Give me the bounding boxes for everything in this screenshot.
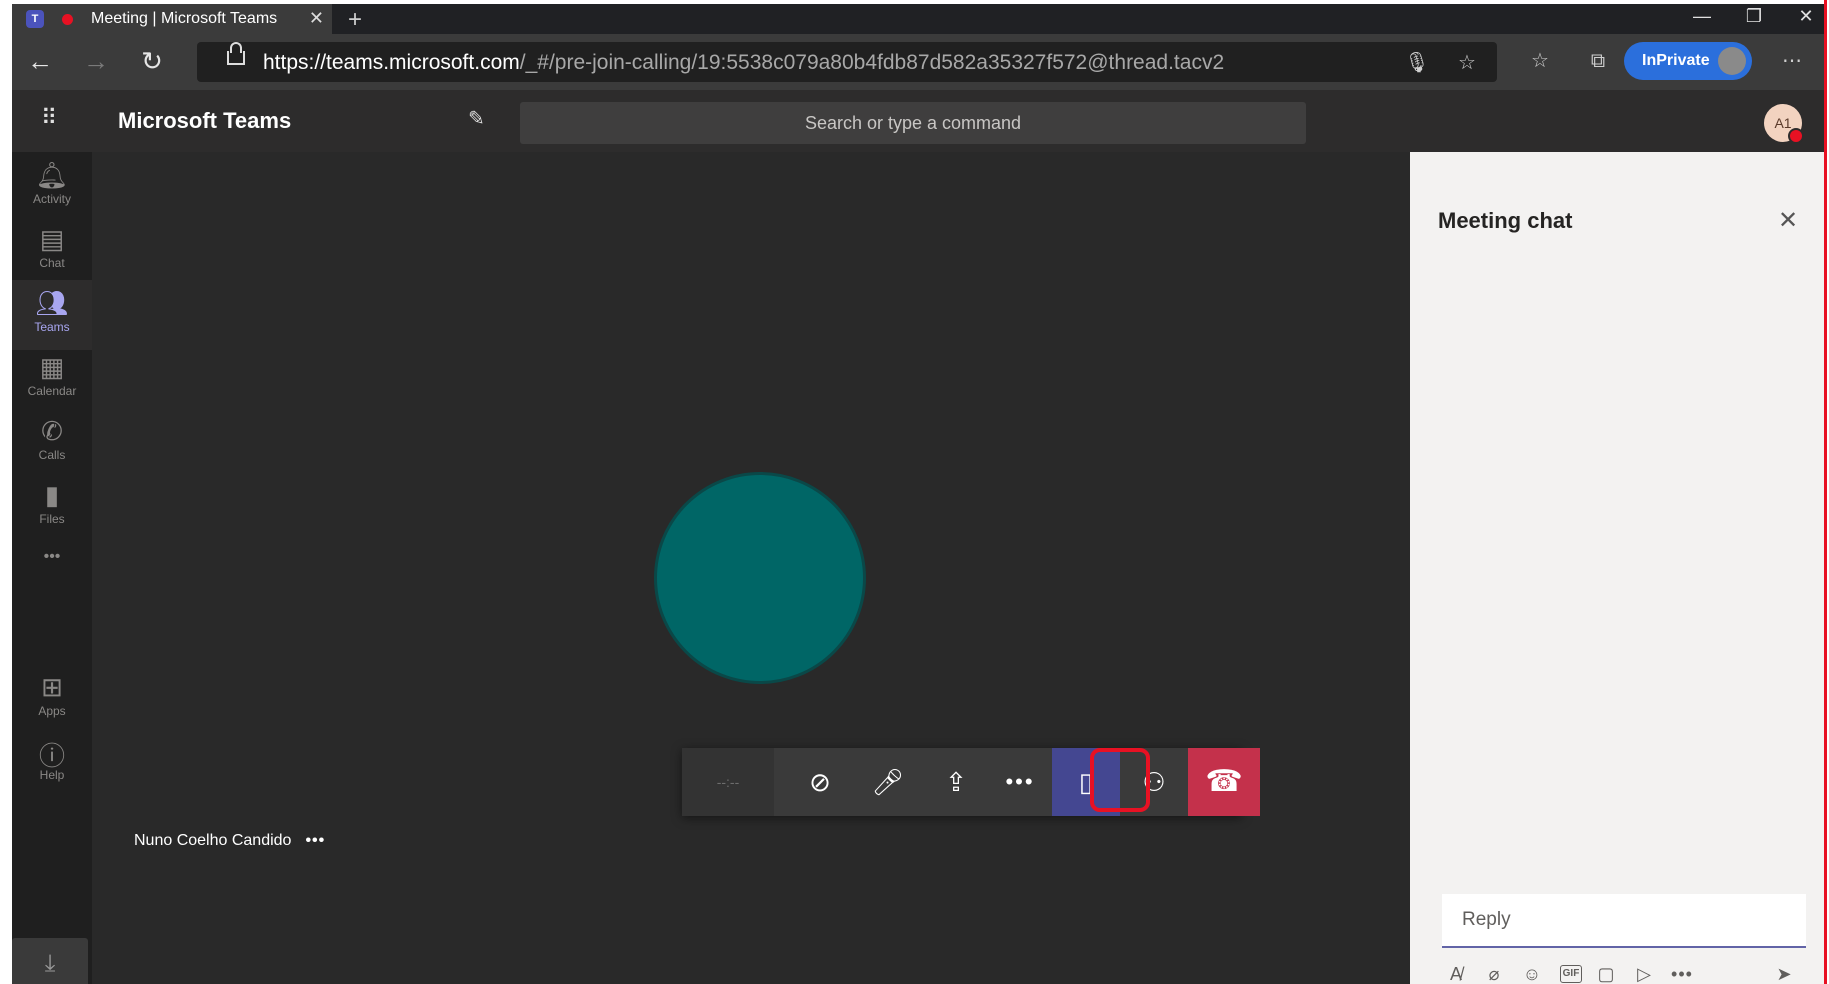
reply-input[interactable] <box>1442 894 1804 946</box>
forward-arrow-icon[interactable]: → <box>80 46 112 78</box>
user-initials: A1 <box>1774 115 1792 131</box>
left-app-bar: 🔔︎ Activity ▤ Chat 👥︎ Teams ▦ Calendar ✆… <box>12 152 92 984</box>
phone-icon: ✆ <box>41 416 63 446</box>
rail-label: Files <box>39 512 65 526</box>
teams-icon: 👥︎ <box>35 288 69 318</box>
file-icon: ▮ <box>44 480 60 510</box>
more-options-icon[interactable]: ••• <box>1668 962 1696 984</box>
browser-tab-strip: T Meeting | Microsoft Teams ✕ + — ❐ ✕ <box>12 4 1825 34</box>
meeting-stage: Nuno Coelho Candido ••• --:-- ⊘ 🎤︎ ⇪ ••• … <box>92 152 1410 984</box>
browser-window: T Meeting | Microsoft Teams ✕ + — ❐ ✕ ← … <box>12 4 1825 984</box>
meet-now-icon[interactable]: ▷ <box>1630 962 1658 984</box>
profile-avatar-icon <box>1718 47 1746 75</box>
rail-item-help[interactable]: ⓘ Help <box>12 728 92 798</box>
minimize-button[interactable]: — <box>1672 4 1732 34</box>
favorites-list-icon[interactable]: ☆ <box>1526 48 1554 76</box>
rail-label: Calls <box>38 448 66 462</box>
app-launcher-icon[interactable]: ⠿ <box>34 104 64 134</box>
close-icon[interactable]: ✕ <box>1778 206 1798 235</box>
participant-avatar <box>654 472 866 684</box>
rail-label: Apps <box>38 704 66 718</box>
recording-indicator-icon <box>62 13 73 25</box>
back-arrow-icon[interactable]: ← <box>24 46 56 78</box>
rail-more-apps[interactable]: ••• <box>12 540 92 610</box>
inprivate-button[interactable]: InPrivate <box>1624 42 1752 80</box>
compose-toolbar: A̸ ⌀ ☺ GIF ▢ ▷ ••• ➤ <box>1442 962 1806 984</box>
browser-tab[interactable]: T Meeting | Microsoft Teams ✕ <box>12 4 332 34</box>
microphone-icon[interactable]: 🎙 <box>1403 50 1431 78</box>
chat-panel-title: Meeting chat <box>1438 208 1573 233</box>
gif-icon[interactable]: GIF <box>1560 965 1582 983</box>
teams-header: ⠿ Microsoft Teams ✎ Search or type a com… <box>12 90 1825 152</box>
rail-item-activity[interactable]: 🔔︎ Activity <box>12 152 92 222</box>
more-actions-button[interactable]: ••• <box>986 748 1054 816</box>
chat-icon: ▤ <box>39 224 65 254</box>
address-bar[interactable]: https://teams.microsoft.com/_#/pre-join-… <box>197 42 1497 82</box>
url-host: https://teams.microsoft.com <box>263 51 520 74</box>
new-chat-compose-icon[interactable]: ✎ <box>468 106 496 134</box>
tab-close-icon[interactable]: ✕ <box>309 8 324 29</box>
sticker-icon[interactable]: ▢ <box>1592 962 1620 984</box>
close-window-button[interactable]: ✕ <box>1776 4 1825 34</box>
collections-icon[interactable]: ⧉ <box>1584 48 1612 76</box>
rail-label: Activity <box>32 192 71 206</box>
meeting-chat-panel: Meeting chat ✕ A̸ ⌀ ☺ GIF ▢ ▷ ••• ➤ <box>1410 152 1825 984</box>
camera-off-icon[interactable]: ⊘ <box>786 748 854 816</box>
calendar-icon: ▦ <box>39 352 65 382</box>
page-left-margin <box>0 0 12 984</box>
attach-icon[interactable]: ⌀ <box>1480 962 1508 984</box>
rail-item-teams[interactable]: 👥︎ Teams <box>12 280 92 350</box>
hang-up-button[interactable]: ☎ <box>1188 748 1260 816</box>
rail-item-files[interactable]: ▮ Files <box>12 472 92 542</box>
rail-label: Chat <box>39 256 65 270</box>
inprivate-label: InPrivate <box>1642 52 1710 69</box>
call-controls-bar: --:-- ⊘ 🎤︎ ⇪ ••• ▯ ⚇ ☎ <box>682 748 1260 816</box>
send-icon[interactable]: ➤ <box>1770 962 1798 984</box>
reply-box[interactable] <box>1442 894 1806 948</box>
url-text[interactable]: https://teams.microsoft.com/_#/pre-join-… <box>263 51 1224 75</box>
rail-label: Calendar <box>27 384 77 398</box>
app-title: Microsoft Teams <box>118 108 292 133</box>
page-right-edge <box>1824 0 1827 984</box>
rail-label: Help <box>39 768 65 782</box>
browser-toolbar: ← → ↻ https://teams.microsoft.com/_#/pre… <box>12 34 1825 90</box>
new-tab-button[interactable]: + <box>348 6 362 34</box>
download-app-icon[interactable]: ⤓ <box>12 938 88 984</box>
refresh-icon[interactable]: ↻ <box>136 46 168 78</box>
url-path: /_#/pre-join-calling/19:5538c079a80b4fdb… <box>519 51 1225 74</box>
restore-button[interactable]: ❐ <box>1724 4 1784 34</box>
participant-more-options[interactable]: ••• <box>305 832 325 849</box>
browser-menu-icon[interactable]: ⋯ <box>1778 48 1806 76</box>
microphone-muted-icon[interactable]: 🎤︎ <box>854 748 922 816</box>
apps-icon: ⊞ <box>41 672 63 702</box>
tab-title: Meeting | Microsoft Teams <box>91 10 278 27</box>
rail-label: Teams <box>34 320 70 334</box>
teams-favicon-icon: T <box>26 10 44 28</box>
share-screen-icon[interactable]: ⇪ <box>922 748 990 816</box>
user-avatar[interactable]: A1 <box>1764 104 1804 144</box>
call-timer: --:-- <box>682 748 774 816</box>
rail-item-calendar[interactable]: ▦ Calendar <box>12 344 92 414</box>
lock-icon <box>227 42 245 65</box>
rail-item-calls[interactable]: ✆ Calls <box>12 408 92 478</box>
participant-name: Nuno Coelho Candido <box>134 832 292 849</box>
more-dots-icon: ••• <box>43 548 61 565</box>
presence-status-icon <box>1788 128 1804 144</box>
favorite-star-icon[interactable]: ☆ <box>1453 50 1481 78</box>
format-icon[interactable]: A̸ <box>1442 962 1470 984</box>
rail-item-chat[interactable]: ▤ Chat <box>12 216 92 286</box>
bell-icon: 🔔︎ <box>35 160 69 190</box>
help-icon: ⓘ <box>38 741 65 771</box>
chat-button-highlight <box>1090 748 1150 812</box>
emoji-icon[interactable]: ☺ <box>1518 962 1546 984</box>
participant-label: Nuno Coelho Candido ••• <box>134 832 325 850</box>
rail-item-apps[interactable]: ⊞ Apps <box>12 664 92 734</box>
search-input[interactable]: Search or type a command <box>520 102 1306 144</box>
